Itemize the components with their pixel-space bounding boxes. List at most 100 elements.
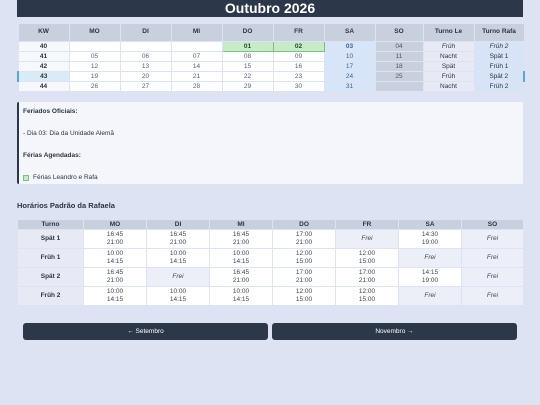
schedule-cell: 16:45 21:00 [146,229,210,249]
day-cell[interactable]: 20 [119,71,172,82]
end-time: 15:00 [295,296,313,303]
col-mi: MI [170,23,223,42]
day-cell [68,41,121,52]
day-cell[interactable]: 25 [374,71,424,82]
day-cell[interactable]: 04 [374,41,424,52]
shift-le: Früh [422,41,475,52]
day-cell[interactable]: 12 [68,61,121,72]
col-kw: KW [17,23,70,42]
day-cell[interactable]: 10 [323,51,376,62]
day-cell[interactable]: 07 [170,51,223,62]
day-cell[interactable]: 28 [170,81,223,92]
schedule-cell-off: Frei [398,248,462,268]
start-time: 12:00 [358,288,376,295]
day-cell[interactable]: 31 [323,81,376,92]
day-cell[interactable]: 19 [68,71,121,82]
shift-rafa: Früh 2 [473,41,525,52]
end-time: 21:00 [232,277,250,284]
col-mo: MO [83,219,147,230]
day-cell[interactable]: 26 [68,81,121,92]
day-cell[interactable]: 13 [119,61,172,72]
day-cell[interactable]: 05 [68,51,121,62]
shift-le: Früh [422,71,475,82]
col-di: DI [146,219,210,230]
day-cell [374,81,424,92]
day-cell-vacation[interactable]: 02 [272,41,325,52]
month-title: Outubro 2026 [17,0,523,17]
schedule-title: Horários Padrão da Rafaela [17,201,115,210]
start-time: 16:45 [232,269,250,276]
end-time: 21:00 [358,277,376,284]
month-calendar: KW MO DI MI DO FR SA SO Turno Le Turno R… [17,23,525,92]
shift-le: Nacht [422,51,475,62]
col-mi: MI [209,219,273,230]
col-do: DO [272,219,336,230]
schedule-cell: 16:45 21:00 [209,229,273,249]
schedule-cell-off: Frei [335,229,399,249]
day-cell[interactable]: 16 [272,61,325,72]
schedule-cell: 16:45 21:00 [83,229,147,249]
day-cell[interactable]: 22 [221,71,274,82]
end-time: 21:00 [106,239,124,246]
vacation-legend: Férias Leandro e Rafa [23,174,98,181]
prev-month-button[interactable]: ← Setembro [23,323,268,340]
start-time: 10:00 [106,250,124,257]
start-time: 17:00 [358,269,376,276]
day-cell [170,41,223,52]
start-time: 12:00 [295,288,313,295]
col-turno-rafa-label: Turno Rafa [482,28,516,36]
start-time: 10:00 [232,250,250,257]
week-number: 42 [17,61,70,72]
day-cell[interactable]: 29 [221,81,274,92]
day-cell[interactable]: 21 [170,71,223,82]
day-cell[interactable]: 27 [119,81,172,92]
day-cell-vacation[interactable]: 01 [221,41,274,52]
day-cell[interactable]: 11 [374,51,424,62]
schedule-cell: 12:00 15:00 [335,286,399,306]
schedule-cell: 12:00 15:00 [335,248,399,268]
info-box: Feriados Oficiais: - Dia 03: Dia da Unid… [17,102,523,184]
shift-rafa: Spät 2 [473,71,525,82]
col-fr: FR [335,219,399,230]
day-cell[interactable]: 24 [323,71,376,82]
start-time: 16:45 [106,231,124,238]
holiday-item: - Dia 03: Dia da Unidade Alemã [23,130,115,137]
day-cell[interactable]: 08 [221,51,274,62]
week-row: 41 05 06 07 08 09 10 11 Nacht Spät 1 [17,51,525,62]
day-cell[interactable]: 23 [272,71,325,82]
day-cell[interactable]: 06 [119,51,172,62]
vacation-swatch-icon [23,174,29,181]
start-time: 10:00 [106,288,124,295]
week-row: 42 12 13 14 15 16 17 18 Spät Früh 1 [17,61,525,72]
schedule-cell: 16:45 21:00 [209,267,273,287]
week-row: 44 26 27 28 29 30 31 Nacht Früh 2 [17,81,525,92]
end-time: 19:00 [421,277,439,284]
end-time: 14:15 [169,296,187,303]
day-cell[interactable]: 17 [323,61,376,72]
day-cell [119,41,172,52]
start-time: 17:00 [295,231,313,238]
day-cell[interactable]: 15 [221,61,274,72]
vacation-title: Férias Agendadas: [23,152,81,159]
col-turno-le-label: Turno Le [434,28,463,36]
schedule-cell: 10:00 14:15 [83,286,147,306]
start-time: 10:00 [169,250,187,257]
day-cell[interactable]: 09 [272,51,325,62]
end-time: 15:00 [295,258,313,265]
day-cell-holiday[interactable]: 03 [323,41,376,52]
day-cell[interactable]: 18 [374,61,424,72]
col-do: DO [221,23,274,42]
day-cell[interactable]: 30 [272,81,325,92]
shift-le: Nacht [422,81,475,92]
schedule-table: Turno MO DI MI DO FR SA SO Spät 1 16:45 21… [17,219,524,306]
start-time: 14:15 [421,269,439,276]
schedule-cell: 17:00 21:00 [335,267,399,287]
holidays-title: Feriados Oficiais: [23,108,78,115]
schedule-cell: 10:00 14:15 [146,248,210,268]
col-so: SO [461,219,524,230]
start-time: 10:00 [169,288,187,295]
day-cell[interactable]: 14 [170,61,223,72]
start-time: 16:45 [169,231,187,238]
next-month-button[interactable]: Novembro → [272,323,517,340]
schedule-cell-off: Frei [146,267,210,287]
